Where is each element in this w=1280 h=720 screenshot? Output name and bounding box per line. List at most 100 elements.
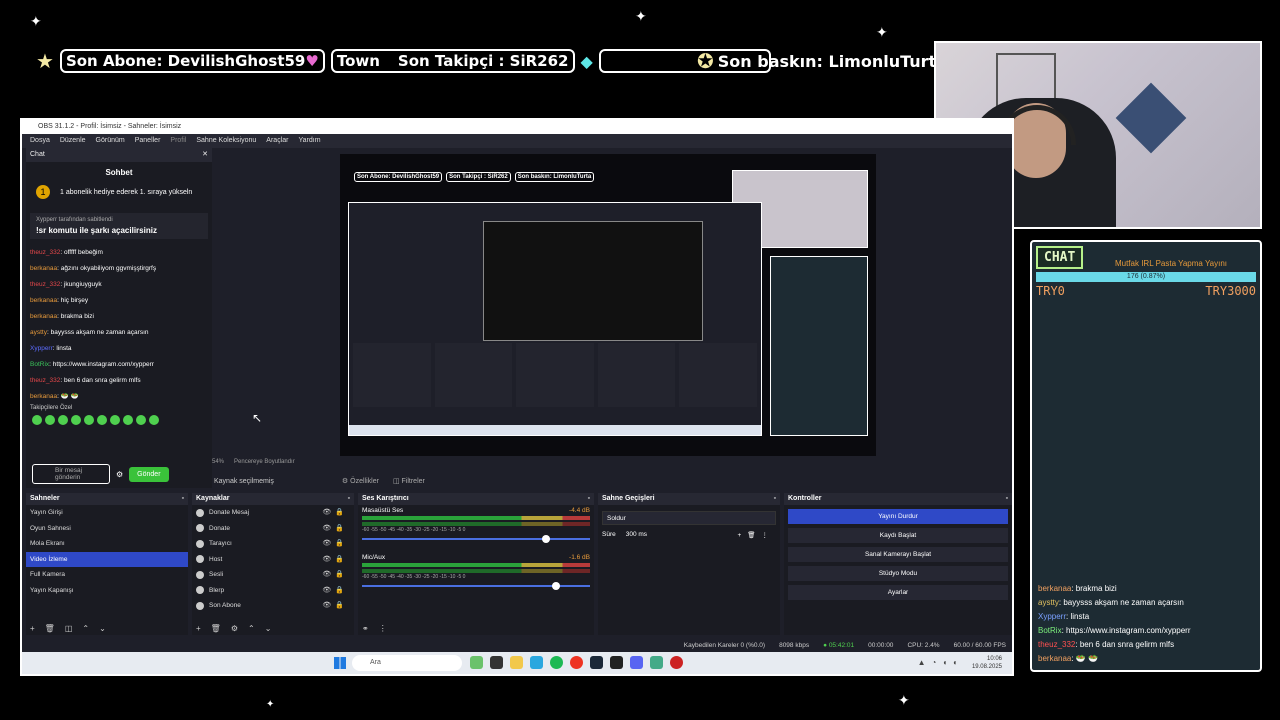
filter-icon[interactable]: ◫	[65, 624, 73, 633]
menu-araclar[interactable]: Araçlar	[266, 134, 288, 148]
emote-icon[interactable]	[149, 415, 159, 425]
source-item[interactable]: Host 👁🔒	[192, 552, 354, 568]
volume-meter	[362, 569, 590, 573]
browser-icon	[196, 524, 204, 533]
scene-item[interactable]: Yayın Girişi	[26, 505, 188, 521]
close-icon[interactable]: ✕	[202, 148, 208, 162]
pinned-by: Xypperr tarafından sabitlendi	[36, 217, 113, 223]
visibility-lock-icons: 👁🔒	[322, 586, 348, 594]
edge-icon[interactable]	[530, 656, 543, 669]
pinned-message[interactable]: Xypperr tarafından sabitlendi !sr komutu…	[30, 213, 208, 239]
down-icon[interactable]: ⌄	[99, 624, 106, 633]
sources-dock: Kaynaklar ▫ Donate Mesaj 👁🔒 Donate 👁🔒 Taray…	[192, 493, 354, 635]
menu-paneller[interactable]: Paneller	[135, 134, 161, 148]
studio-mode-button[interactable]: Stüdyo Modu	[788, 566, 1008, 581]
volume-slider[interactable]	[362, 582, 590, 590]
taskbar-clock[interactable]: 10:06 19.08.2025	[972, 655, 1002, 671]
emote-icon[interactable]	[45, 415, 55, 425]
app-icon[interactable]	[490, 656, 503, 669]
system-tray-icons[interactable]: ▲◔◖◐	[918, 658, 964, 667]
trash-icon[interactable]: 🗑	[45, 624, 55, 633]
settings-button[interactable]: Ayarlar	[788, 585, 1008, 600]
preview-dock	[516, 343, 594, 407]
emote-icon[interactable]	[58, 415, 68, 425]
down-icon[interactable]: ⌄	[265, 624, 272, 633]
menu-sahne-koleksiyonu[interactable]: Sahne Koleksiyonu	[196, 134, 256, 148]
menu-profil[interactable]: Profil	[170, 134, 186, 148]
source-item[interactable]: Donate 👁🔒	[192, 521, 354, 537]
star-icon: ★	[36, 49, 54, 73]
menu-duzenle[interactable]: Düzenle	[60, 134, 86, 148]
steam-icon[interactable]	[590, 656, 603, 669]
chat-title: Sohbet	[105, 168, 133, 177]
volume-knob[interactable]	[552, 582, 560, 590]
zoom-level[interactable]: 54%	[212, 459, 224, 465]
filters-tab[interactable]: ◫ Filtreler	[393, 477, 425, 485]
program-preview[interactable]: Son Abone: DevilishGhost59 Son Takipçi :…	[340, 154, 876, 456]
add-icon[interactable]: +	[30, 624, 35, 633]
app-icon[interactable]	[650, 656, 663, 669]
up-icon[interactable]: ⌃	[248, 624, 255, 633]
volume-knob[interactable]	[542, 535, 550, 543]
send-button[interactable]: Gönder	[129, 466, 169, 482]
scene-item[interactable]: Oyun Sahnesi	[26, 521, 188, 537]
spotify-icon[interactable]	[550, 656, 563, 669]
taskbar-search[interactable]: Ara	[352, 655, 462, 671]
properties-tab[interactable]: ⚙ Özellikler	[342, 477, 379, 485]
last-sub-pill: Son Abone: DevilishGhost59 ♥	[59, 49, 325, 73]
gear-icon[interactable]: ⚙	[231, 624, 238, 633]
terminal-icon[interactable]	[610, 656, 623, 669]
chat-message-input[interactable]: Bir mesaj gönderin	[32, 464, 110, 484]
emote-bar[interactable]	[26, 411, 212, 429]
transition-buttons[interactable]: +🗑⋮	[737, 531, 774, 539]
start-recording-button[interactable]: Kaydı Başlat	[788, 528, 1008, 543]
discord-icon[interactable]	[630, 656, 643, 669]
chat-overlay-message: theuz_332: ben 6 dan snra gelirm mlfs	[1038, 640, 1175, 649]
trash-icon[interactable]: 🗑	[211, 624, 221, 633]
emote-icon[interactable]	[123, 415, 133, 425]
more-icon[interactable]: ⋮	[379, 624, 387, 633]
diamond-icon: ◆	[580, 51, 593, 71]
emote-icon[interactable]	[136, 415, 146, 425]
goal-progress-bar: 176 (0.87%)	[1036, 272, 1256, 282]
scene-item-selected[interactable]: Video İzleme	[26, 551, 188, 567]
fit-window[interactable]: Pencereye Boyutlandır	[234, 459, 295, 465]
emote-icon[interactable]	[110, 415, 120, 425]
opera-icon[interactable]	[570, 656, 583, 669]
preview-dock	[353, 343, 431, 407]
source-item[interactable]: Son Abone 👁🔒	[192, 598, 354, 614]
duration-input[interactable]: 300 ms	[626, 531, 647, 539]
emote-icon[interactable]	[84, 415, 94, 425]
scene-item[interactable]: Full Kamera	[26, 567, 188, 583]
emote-icon[interactable]	[71, 415, 81, 425]
menu-gorunum[interactable]: Görünüm	[96, 134, 125, 148]
source-item[interactable]: Tarayıcı 👁🔒	[192, 536, 354, 552]
app-icon[interactable]	[470, 656, 483, 669]
emote-icon[interactable]	[32, 415, 42, 425]
gear-icon[interactable]: ⚙	[116, 470, 123, 479]
menu-yardim[interactable]: Yardım	[298, 134, 320, 148]
scene-item[interactable]: Yayın Kapanışı	[26, 583, 188, 599]
chat-dock-header: Chat ✕	[26, 148, 212, 162]
duration-row: Süre 300 ms +🗑⋮	[598, 531, 780, 539]
goal-max: TRY3000	[1205, 284, 1256, 298]
start-virtual-camera-button[interactable]: Sanal Kamerayı Başlat	[788, 547, 1008, 562]
folder-icon[interactable]	[510, 656, 523, 669]
add-icon[interactable]: +	[196, 624, 201, 633]
link-icon[interactable]: ⚭	[362, 624, 369, 633]
windows-start-icon[interactable]	[334, 657, 346, 669]
scene-item[interactable]: Mola Ekranı	[26, 536, 188, 552]
mixer-channel: Masaüstü Ses -4.4 dB -60 -55 -50 -45 -40 …	[358, 505, 594, 543]
source-item[interactable]: Donate Mesaj 👁🔒	[192, 505, 354, 521]
obs-icon[interactable]	[670, 656, 683, 669]
chat-line: Xypperr: linsta	[30, 345, 72, 352]
transition-select[interactable]: Soldur	[602, 511, 776, 525]
stop-stream-button[interactable]: Yayını Durdur	[788, 509, 1008, 524]
up-icon[interactable]: ⌃	[82, 624, 89, 633]
volume-slider[interactable]	[362, 535, 590, 543]
source-item[interactable]: Sesli 👁🔒	[192, 567, 354, 583]
menu-dosya[interactable]: Dosya	[30, 134, 50, 148]
source-item[interactable]: Blerp 👁🔒	[192, 583, 354, 599]
emote-icon[interactable]	[97, 415, 107, 425]
bitrate: 8098 kbps	[779, 641, 810, 649]
